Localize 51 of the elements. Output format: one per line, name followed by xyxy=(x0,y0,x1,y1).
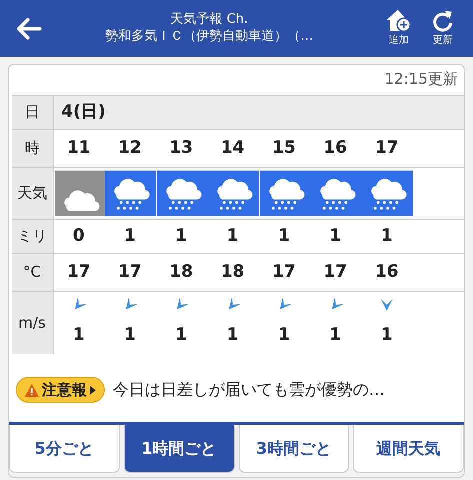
temperature: 18 xyxy=(170,262,194,282)
row-label: 時 xyxy=(12,130,53,168)
caret-icon xyxy=(90,386,96,394)
rain-amount: 1 xyxy=(226,226,239,246)
rain-amount: 0 xyxy=(73,226,85,246)
wind-speed: 1 xyxy=(174,324,188,347)
hour-text: 16 xyxy=(324,138,348,158)
date-text: 4(日) xyxy=(62,102,106,122)
wind-speed: 1 xyxy=(380,324,394,347)
hour-text: 17 xyxy=(375,138,399,158)
temperature: 17 xyxy=(324,262,348,282)
rain-amount: 1 xyxy=(278,226,290,246)
row-label: °C xyxy=(12,254,53,292)
rain-amount: 1 xyxy=(330,226,342,246)
wind-speed: 1 xyxy=(72,324,86,347)
hour-text: 13 xyxy=(170,138,194,158)
hour-text: 14 xyxy=(220,138,245,158)
row-label: ミリ xyxy=(12,220,53,254)
add-button[interactable]: 追加 xyxy=(377,9,421,48)
row-label: 日 xyxy=(12,96,53,130)
rain-amount: 1 xyxy=(124,226,136,246)
hour-text: 11 xyxy=(67,138,91,158)
update-time: 12:15更新 xyxy=(384,70,458,88)
row-label: m/s xyxy=(12,292,53,354)
temperature: 17 xyxy=(272,262,296,282)
refresh-icon xyxy=(432,9,454,33)
advisory-text[interactable]: 今日は日差しが届いても雲が優勢の… xyxy=(113,378,385,402)
tab[interactable]: 5分ごと xyxy=(9,425,120,473)
app-title: 天気予報 Ch. xyxy=(170,12,250,28)
tab[interactable]: 3時間ごと xyxy=(238,425,350,473)
wind-speed: 1 xyxy=(123,324,137,347)
temperature: 16 xyxy=(375,262,399,282)
warning-icon xyxy=(25,384,39,396)
advisory-badge[interactable]: 注意報 xyxy=(16,376,105,404)
home-add-icon xyxy=(386,9,412,33)
rain-amount: 1 xyxy=(176,226,188,246)
location-title: 勢和多気ＩＣ（伊勢自動車道）（… xyxy=(104,28,314,45)
temperature: 17 xyxy=(118,262,142,282)
temperature: 17 xyxy=(67,262,91,282)
hour-text: 15 xyxy=(272,138,296,158)
tab[interactable]: 週間天気 xyxy=(353,425,464,473)
temperature: 18 xyxy=(220,262,245,282)
wind-speed: 1 xyxy=(277,324,292,347)
tab[interactable]: 1時間ごと xyxy=(124,425,234,473)
row-label: 天気 xyxy=(12,168,53,220)
refresh-button[interactable]: 更新 xyxy=(421,9,465,48)
wind-speed: 1 xyxy=(328,324,342,347)
hour-text: 12 xyxy=(118,138,142,158)
back-icon[interactable] xyxy=(16,18,42,40)
rain-amount: 1 xyxy=(381,226,393,246)
wind-speed: 1 xyxy=(226,324,240,347)
